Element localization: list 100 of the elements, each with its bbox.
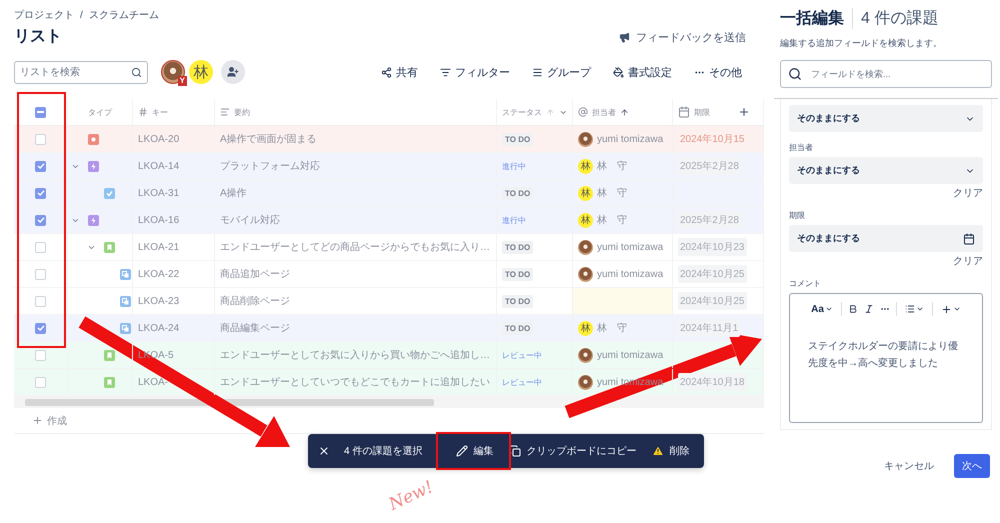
toolbar-button[interactable]: 書式設定	[613, 64, 672, 80]
search-icon	[788, 67, 802, 81]
issue-key[interactable]: LKOA-31	[138, 188, 180, 198]
checkbox[interactable]	[35, 134, 46, 144]
field-label: 期限	[789, 210, 806, 221]
hash-icon	[138, 107, 148, 117]
column-header[interactable]: タイプ	[88, 106, 112, 118]
issue-summary[interactable]: A操作	[220, 186, 247, 200]
issue-key[interactable]: LKOA-16	[138, 214, 180, 226]
table-row[interactable]: LKOA-24 商品編集ページ TO DO 林 林 守 2024年11月1	[14, 315, 764, 342]
checkbox[interactable]	[35, 296, 46, 306]
checkbox[interactable]	[35, 350, 46, 360]
issue-summary[interactable]: 商品削除ページ	[220, 294, 290, 308]
toolbar-button[interactable]: フィルター	[440, 64, 510, 80]
column-header[interactable]: ステータス	[502, 106, 542, 118]
issue-summary[interactable]: エンドユーザーとしていつでもどこでもカートに追加したい	[220, 375, 490, 389]
select-field[interactable]: そのままにする	[789, 105, 983, 132]
checkbox[interactable]	[35, 242, 46, 252]
issue-key[interactable]: LKOA-24	[138, 322, 180, 334]
copy-icon	[509, 445, 522, 457]
checkbox[interactable]	[35, 188, 46, 198]
font-style-button[interactable]: Aa	[809, 304, 835, 314]
avatar[interactable]: Y	[161, 60, 185, 84]
issue-key[interactable]: LKOA-21	[138, 242, 180, 252]
status-lozenge: TO DO	[502, 294, 534, 308]
italic-icon[interactable]	[864, 304, 874, 314]
clear-link[interactable]: クリア	[953, 254, 983, 268]
checkbox[interactable]	[35, 268, 46, 280]
clear-link[interactable]: クリア	[953, 186, 983, 200]
subtask-icon	[120, 268, 131, 280]
table-row[interactable]: LKOA-22 商品追加ページ TO DO yumi tomizawa 2024年10月25	[14, 261, 764, 288]
bar-action-button[interactable]: 削除	[644, 444, 698, 458]
avatar[interactable]: 林	[189, 60, 213, 84]
avatar: 林	[578, 212, 593, 228]
assignee-name: 林 守	[597, 160, 627, 173]
issue-summary[interactable]: モバイル対応	[220, 213, 280, 227]
due-date: 2024年10月18	[678, 373, 746, 391]
scrollbar[interactable]	[14, 396, 764, 408]
select-all-checkbox[interactable]	[35, 106, 46, 118]
table-row[interactable]: LKOA-23 商品削除ページ TO DO 2024年10月25	[14, 288, 764, 315]
issue-summary[interactable]: A操作で画面が固まる	[220, 132, 317, 146]
lightning-icon	[88, 160, 99, 172]
feedback-link[interactable]: フィードバックを送信	[619, 30, 746, 45]
chevron-icon	[916, 305, 924, 313]
issue-summary[interactable]: エンドユーザーとしてどの商品ページからでもお気に入り…	[220, 240, 490, 254]
date-field[interactable]: そのままにする	[789, 225, 983, 252]
column-header[interactable]: 期限	[694, 106, 710, 118]
avatar	[578, 240, 593, 254]
checkbox-icon	[104, 188, 115, 198]
bar-action-button[interactable]: クリップボードにコピー	[501, 444, 644, 458]
toolbar-button[interactable]: その他	[694, 64, 742, 80]
add-person-icon	[227, 66, 239, 78]
issue-key[interactable]: LKOA-14	[138, 160, 180, 172]
add-column-icon[interactable]	[738, 106, 750, 118]
share-icon	[381, 66, 392, 78]
close-button[interactable]	[318, 445, 330, 457]
bold-icon[interactable]	[848, 304, 858, 314]
issue-key[interactable]: LKOA-20	[138, 134, 180, 144]
checkbox[interactable]	[35, 214, 46, 226]
next-button[interactable]: 次へ	[954, 454, 990, 478]
add-person-button[interactable]	[221, 60, 245, 84]
column-header[interactable]: キー	[152, 106, 168, 118]
subtask-icon	[120, 322, 131, 334]
column-header[interactable]: 要約	[234, 106, 250, 118]
toolbar-button[interactable]: グループ	[532, 64, 591, 80]
search-icon	[131, 66, 142, 78]
breadcrumb-link[interactable]: プロジェクト	[14, 8, 74, 22]
table-row[interactable]: LKOA-16 モバイル対応 進行中 林 林 守 2025年2月28	[14, 207, 764, 234]
issue-summary[interactable]: 商品追加ページ	[220, 267, 290, 281]
select-field[interactable]: そのままにする	[789, 157, 983, 184]
checkbox[interactable]	[35, 160, 46, 172]
close-icon	[318, 445, 330, 457]
status-label: レビュー中	[502, 350, 542, 360]
cancel-button[interactable]: キャンセル	[878, 458, 940, 474]
search-field[interactable]: リストを検索	[14, 60, 148, 84]
megaphone-icon	[619, 32, 630, 43]
table-row[interactable]: LKOA-14 プラットフォーム対応 進行中 林 林 守 2025年2月28	[14, 153, 764, 180]
checkbox[interactable]	[35, 376, 46, 388]
table-row[interactable]: LKOA-31 A操作 TO DO 林 林 守	[14, 180, 764, 207]
issue-key[interactable]: LKOA-	[138, 376, 168, 388]
pencil-icon	[456, 445, 468, 457]
bar-action-button[interactable]: 編集	[448, 444, 502, 458]
issue-key[interactable]: LKOA-22	[138, 268, 180, 280]
issue-summary[interactable]: 商品編集ページ	[220, 321, 290, 335]
assignee-name: 林 守	[597, 214, 627, 227]
column-header[interactable]: 担当者	[592, 106, 616, 118]
toolbar-button[interactable]: 共有	[381, 64, 418, 80]
issue-summary[interactable]: エンドユーザーとしてお気に入りから買い物かごへ追加し…	[220, 348, 490, 362]
issue-key[interactable]: LKOA-23	[138, 296, 180, 306]
table-row[interactable]: LKOA-20 A操作で画面が固まる TO DO yumi tomizawa 2024年10月15	[14, 126, 764, 153]
assignee-name: 林 守	[597, 322, 627, 335]
table-row[interactable]: LKOA-21 エンドユーザーとしてどの商品ページからでもお気に入り… TO DO yumi tomizawa 2024年10月23	[14, 234, 764, 261]
breadcrumb-link[interactable]: スクラムチーム	[88, 8, 159, 22]
issue-summary[interactable]: プラットフォーム対応	[220, 159, 320, 173]
field-search[interactable]: フィールドを検索...	[780, 60, 992, 88]
comment-editor[interactable]: Aa ステイクホルダーの要請により優先度を中→高へ変更しました	[789, 293, 983, 423]
sort-arrow-icon[interactable]	[620, 108, 629, 116]
field-label: コメント	[789, 278, 822, 289]
plus-icon	[940, 304, 952, 314]
checkbox[interactable]	[35, 322, 46, 334]
